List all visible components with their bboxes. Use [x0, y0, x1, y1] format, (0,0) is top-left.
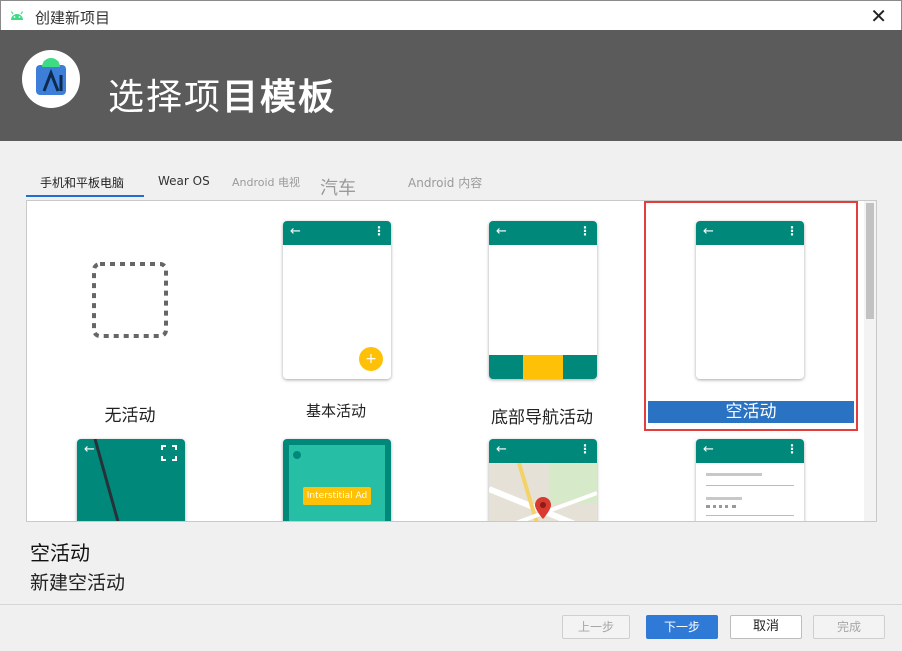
template-label: 基本活动 — [305, 402, 366, 420]
phone-preview: ← ⋮ — [696, 221, 804, 379]
app-bar: ← ⋮ — [696, 439, 804, 463]
phone-preview: ← — [77, 439, 185, 521]
previous-button[interactable]: 上一步 — [562, 615, 630, 639]
phone-preview: ← ⋮ — [696, 439, 804, 522]
add-icon: + — [359, 347, 383, 371]
app-bar: ← ⋮ — [489, 439, 597, 463]
template-label: 底部导航活动 — [491, 408, 593, 428]
android-icon — [10, 11, 24, 20]
page-title-regular: 选择项 — [108, 77, 223, 118]
phone-preview: ← ⋮ — [489, 221, 597, 379]
selected-template-description: 新建空活动 — [30, 572, 126, 594]
template-gallery: 无活动 ← ⋮ + 基本活动 ← ⋮ 底部导航活动 ← ⋮ 空活动 ← Inte… — [26, 200, 877, 522]
selected-template-title: 空活动 — [30, 541, 90, 565]
back-arrow-icon: ← — [703, 442, 714, 457]
scrollbar-thumb[interactable] — [866, 203, 874, 319]
app-bar: ← ⋮ — [489, 221, 597, 245]
back-arrow-icon: ← — [496, 224, 507, 239]
template-label: 无活动 — [104, 406, 156, 426]
cancel-button[interactable]: 取消 — [730, 615, 802, 639]
template-description: 空活动 新建空活动 — [30, 537, 125, 595]
sign-in-button-preview — [760, 521, 794, 522]
tab-android-things[interactable]: Android 内容 — [408, 174, 482, 191]
template-card-empty-activity[interactable]: ← ⋮ 空活动 — [644, 201, 858, 431]
template-label: 空活动 — [648, 401, 854, 423]
finish-button[interactable]: 完成 — [813, 615, 885, 639]
window-titlebar: 创建新项目 ✕ — [0, 0, 902, 30]
android-studio-icon — [36, 58, 66, 95]
map-pin-icon — [535, 497, 551, 519]
page-header: 选择项目模板 — [0, 30, 902, 141]
tab-automotive[interactable]: 汽车 — [320, 174, 356, 200]
empty-template-icon — [92, 262, 168, 338]
diagonal-line — [93, 439, 120, 521]
interstitial-ad-badge: Interstitial Ad — [303, 487, 371, 505]
template-card-bottom-navigation[interactable]: ← ⋮ 底部导航活动 — [439, 205, 645, 428]
active-tab-indicator — [26, 195, 144, 197]
phone-preview: ← ⋮ + — [283, 221, 391, 379]
back-arrow-icon: ← — [703, 224, 714, 239]
page-title-bold: 目模板 — [222, 77, 337, 118]
tab-android-tv[interactable]: Android 电视 — [232, 174, 300, 190]
template-card-interstitial-ad[interactable]: Interstitial Ad — [233, 435, 439, 521]
template-card-fullscreen[interactable]: ← — [27, 435, 233, 521]
back-arrow-icon: ← — [496, 442, 507, 457]
form-line — [706, 473, 762, 476]
android-studio-logo — [22, 50, 80, 108]
template-card-maps[interactable]: ← ⋮ — [439, 435, 645, 521]
form-field — [706, 485, 794, 486]
app-bar: ← ⋮ — [696, 221, 804, 245]
overflow-menu-icon: ⋮ — [786, 442, 798, 456]
tab-wear-os[interactable]: Wear OS — [158, 174, 210, 188]
gallery-scrollbar[interactable] — [864, 201, 876, 521]
close-icon[interactable]: ✕ — [870, 4, 887, 28]
form-line — [706, 497, 742, 500]
page-title: 选择项目模板 — [108, 68, 336, 120]
form-field — [706, 515, 794, 516]
overflow-menu-icon: ⋮ — [579, 442, 591, 456]
template-card-no-activity[interactable]: 无活动 — [27, 205, 233, 427]
template-card-basic-activity[interactable]: ← ⋮ + 基本活动 — [233, 205, 439, 427]
back-arrow-icon: ← — [290, 224, 301, 239]
phone-preview: ← ⋮ — [489, 439, 597, 521]
window-title: 创建新项目 — [35, 9, 111, 27]
template-card-login[interactable]: ← ⋮ — [648, 435, 854, 522]
bottom-nav-bar — [489, 355, 597, 379]
phone-preview: Interstitial Ad — [283, 439, 391, 521]
overflow-menu-icon: ⋮ — [373, 224, 385, 238]
ad-overlay: Interstitial Ad — [289, 445, 385, 521]
password-dots — [706, 505, 736, 509]
overflow-menu-icon: ⋮ — [579, 224, 591, 238]
overflow-menu-icon: ⋮ — [786, 224, 798, 238]
app-bar: ← ⋮ — [283, 221, 391, 245]
next-button[interactable]: 下一步 — [646, 615, 718, 639]
tab-phone-tablet[interactable]: 手机和平板电脑 — [40, 174, 124, 191]
footer-divider — [0, 604, 902, 605]
bottom-nav-selected — [523, 355, 563, 379]
ad-dot — [293, 451, 301, 459]
